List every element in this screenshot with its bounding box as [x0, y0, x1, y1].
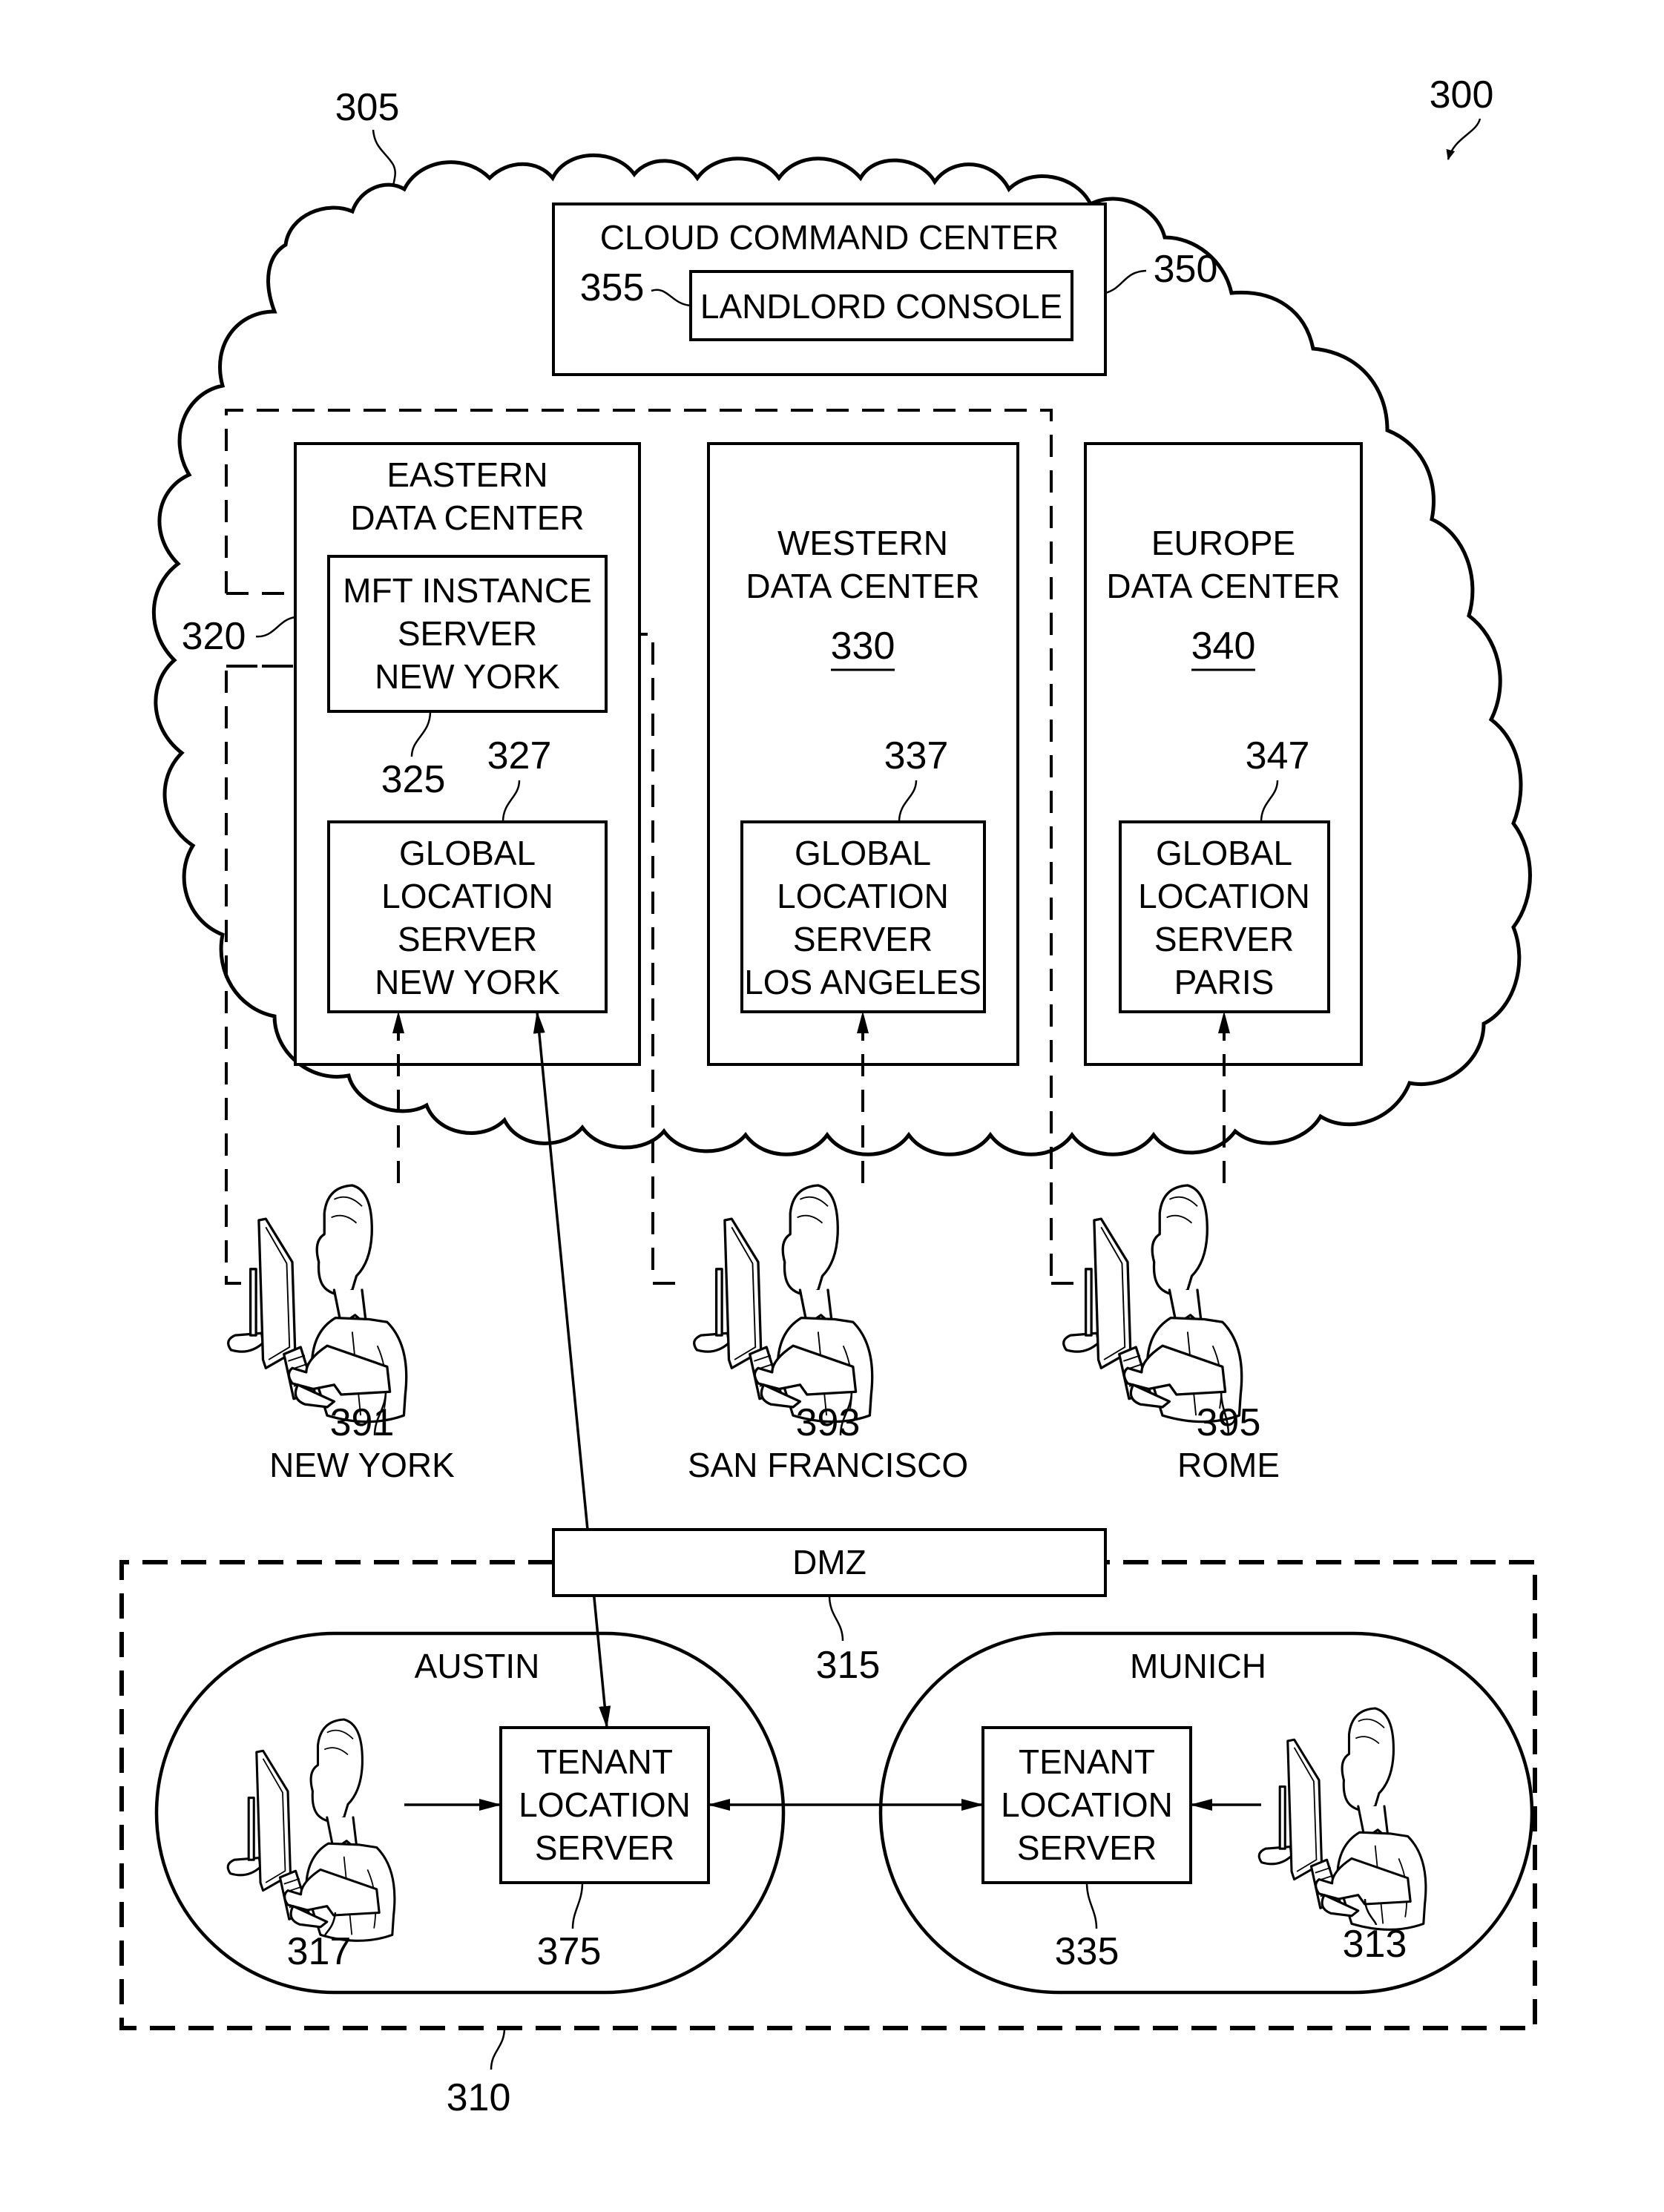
mft-line3: NEW YORK: [375, 657, 560, 696]
user-391-figure: [227, 1184, 408, 1423]
austin-site-label: AUSTIN: [415, 1647, 540, 1685]
ref-327: 327: [487, 734, 552, 777]
eastern-dc-title-line1: EASTERN: [387, 455, 547, 494]
ref-317: 317: [287, 1930, 352, 1973]
landlord-console-label: LANDLORD CONSOLE: [700, 287, 1062, 326]
ref-355: 355: [580, 266, 645, 309]
gls-ny-line4: NEW YORK: [375, 963, 560, 1001]
dmz-label: DMZ: [792, 1543, 866, 1581]
gls-ny-line1: GLOBAL: [399, 834, 536, 872]
link-gls-ny-to-tenant-austin: [533, 1011, 611, 1728]
gls-paris-line1: GLOBAL: [1156, 834, 1292, 872]
gls-ny-line2: LOCATION: [381, 877, 553, 915]
ref-393: 393: [796, 1401, 861, 1444]
ref-315: 315: [816, 1644, 881, 1687]
ref-300: 300: [1430, 73, 1494, 116]
europe-dc-title-line1: EUROPE: [1151, 524, 1295, 562]
ref-320: 320: [182, 615, 246, 658]
gls-paris-line4: PARIS: [1174, 963, 1275, 1001]
ref-325: 325: [381, 758, 446, 801]
ref-391: 391: [330, 1401, 395, 1444]
ref-310: 310: [447, 2076, 511, 2119]
figure-ref-arrow: [1446, 118, 1482, 160]
europe-dc-title-line2: DATA CENTER: [1106, 567, 1340, 605]
tls-austin-line3: SERVER: [535, 1828, 674, 1867]
user-395-figure: [1062, 1184, 1243, 1423]
user-393-figure: [693, 1184, 874, 1423]
ref-347: 347: [1246, 734, 1310, 777]
user-391-city: NEW YORK: [269, 1446, 455, 1484]
gls-la-line2: LOCATION: [777, 877, 949, 915]
mft-line1: MFT INSTANCE: [343, 571, 592, 610]
user-395-city: ROME: [1177, 1446, 1280, 1484]
ref-335: 335: [1055, 1930, 1119, 1973]
ref-337: 337: [884, 734, 949, 777]
ref-375: 375: [537, 1930, 602, 1973]
system-diagram: 305 300 CLOUD COMMAND CENTER LANDLORD CO…: [119, 73, 1537, 2119]
munich-site-label: MUNICH: [1130, 1647, 1266, 1685]
western-dc-title-line2: DATA CENTER: [746, 567, 979, 605]
tls-austin-line2: LOCATION: [519, 1785, 691, 1824]
gls-paris-line3: SERVER: [1154, 920, 1294, 958]
ref-350: 350: [1154, 248, 1218, 291]
gls-la-line4: LOS ANGELES: [744, 963, 981, 1001]
western-dc-title-line1: WESTERN: [777, 524, 948, 562]
ref-313: 313: [1343, 1923, 1407, 1966]
user-313-figure: [1257, 1707, 1427, 1931]
eastern-dc-title-line2: DATA CENTER: [350, 498, 584, 537]
ref-395: 395: [1197, 1401, 1261, 1444]
gls-ny-line3: SERVER: [398, 920, 537, 958]
tls-munich-line2: LOCATION: [1001, 1785, 1173, 1824]
ref-305: 305: [335, 86, 400, 129]
mft-line2: SERVER: [398, 614, 537, 653]
user-317-figure: [226, 1718, 396, 1942]
munich-site-oval: [878, 1631, 1534, 1995]
gls-la-line1: GLOBAL: [795, 834, 931, 872]
user-393-city: SAN FRANCISCO: [688, 1446, 968, 1484]
ref-340: 340: [1191, 625, 1256, 668]
tls-munich-line1: TENANT: [1019, 1742, 1155, 1781]
gls-paris-line2: LOCATION: [1138, 877, 1310, 915]
gls-la-line3: SERVER: [793, 920, 933, 958]
ref-330: 330: [831, 625, 895, 668]
cloud-command-center-title: CLOUD COMMAND CENTER: [600, 218, 1059, 257]
tls-austin-line1: TENANT: [536, 1742, 673, 1781]
tls-munich-line3: SERVER: [1017, 1828, 1157, 1867]
